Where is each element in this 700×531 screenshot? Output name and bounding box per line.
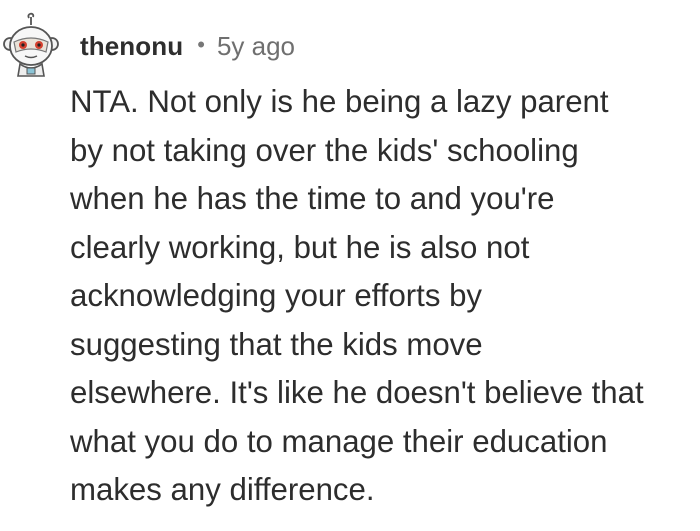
comment-body-line: elsewhere. It's like he doesn't believe … [70,375,644,410]
comment-body-line: when he has the time to and you're [70,181,555,216]
comment-body-line: acknowledging your efforts by [70,278,483,313]
comment: thenonu • 5y ago NTA. Not only is he bei… [0,0,700,531]
comment-body-line: what you do to manage their education [70,423,608,459]
comment-body-line: makes any difference. [70,472,375,507]
comment-body-line: suggesting that the kids move [70,326,483,362]
comment-body-line: by not taking over the kids' schooling [70,132,579,168]
comment-body-line: NTA. Not only is he being a lazy parent [70,84,609,119]
comment-header: thenonu • 5y ago [0,8,700,77]
comment-age: 5y ago [216,30,296,61]
comment-body: NTA. Not only is he being a lazy parent … [70,78,698,515]
snoo-avatar-icon[interactable] [2,12,60,78]
meta-separator: • [197,32,205,57]
author-username[interactable]: thenonu [80,31,183,62]
comment-meta: thenonu • 5y ago [80,30,295,62]
comment-body-line: clearly working, but he is also not [70,229,530,265]
